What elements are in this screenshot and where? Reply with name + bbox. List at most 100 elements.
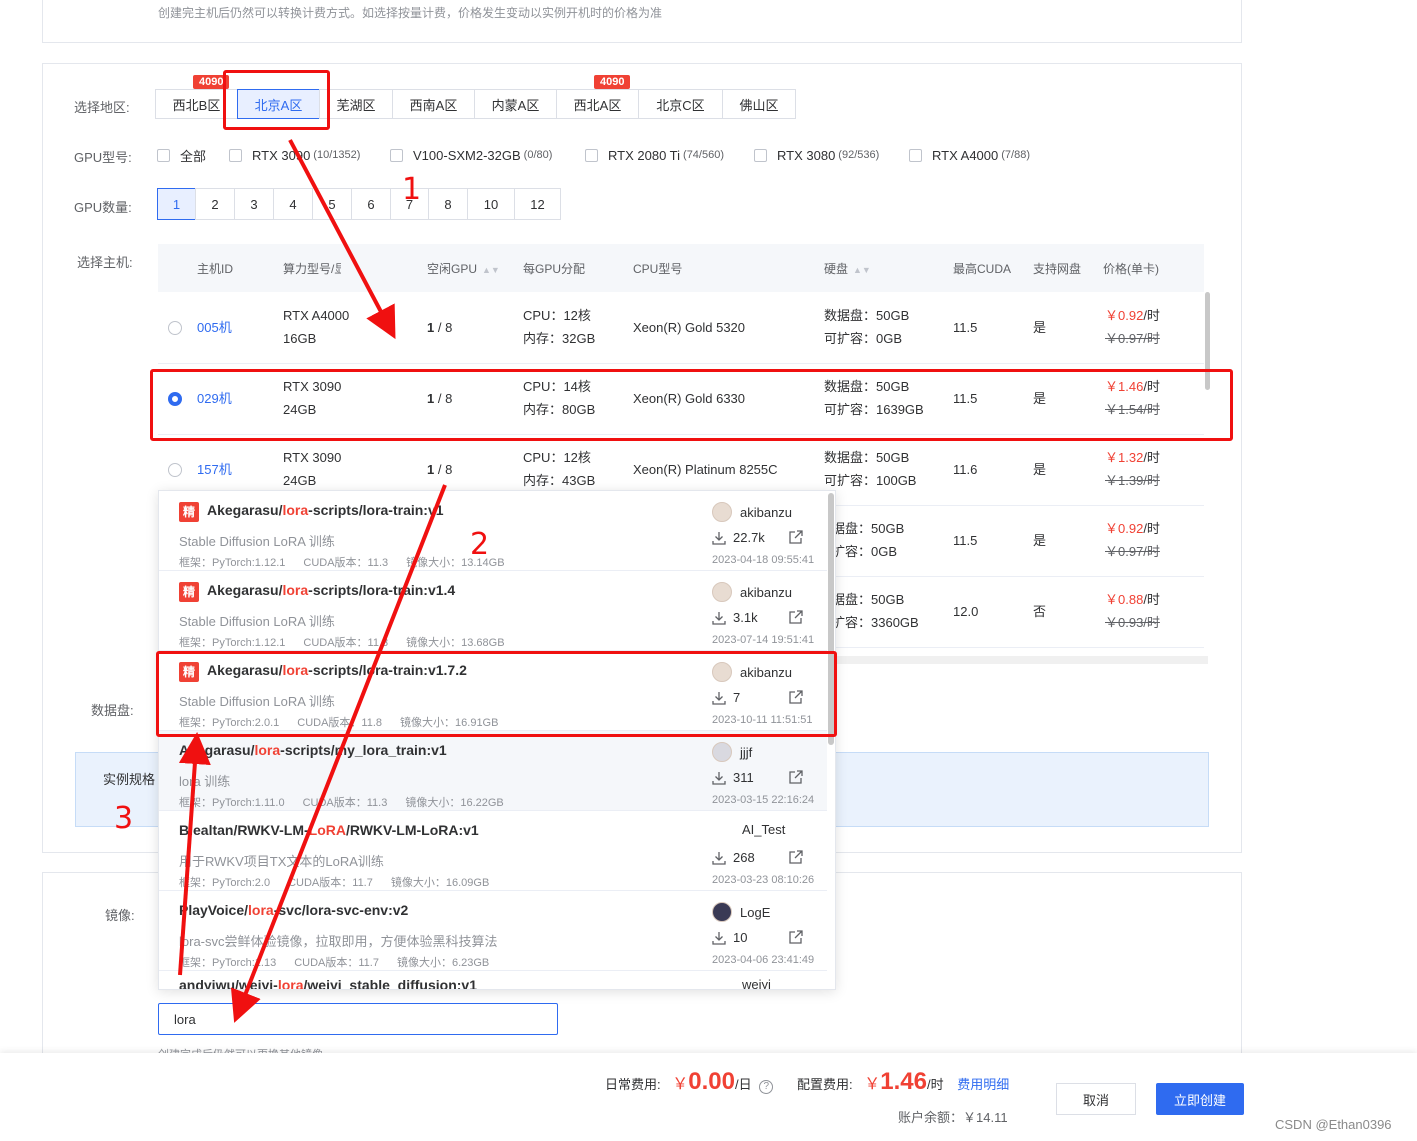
sort-icon[interactable]: ▲▼ (482, 265, 500, 275)
region-option[interactable]: 内蒙A区 (474, 89, 557, 119)
total-count: / 8 (434, 462, 453, 477)
create-button[interactable]: 立即创建 (1156, 1083, 1244, 1115)
cpu-cores: CPU：12核 (523, 450, 591, 465)
image-name: 精 Akegarasu/lora-scripts/lora-train:v1.4 (179, 582, 455, 602)
download-count: 311 (712, 770, 754, 785)
checkbox[interactable] (585, 148, 598, 162)
region-option[interactable]: 西南A区 (392, 89, 475, 119)
image-search-input[interactable]: lora (158, 1003, 558, 1035)
gpu-model: RTX 3090 24GB (283, 446, 341, 492)
total-count: / 8 (434, 320, 453, 335)
gpu-type-option[interactable]: RTX 3090 (10/1352) (229, 147, 360, 163)
host-id-link[interactable]: 157机 (197, 458, 232, 481)
cost-detail-link[interactable]: 费用明细 (957, 1077, 1009, 1092)
price-unit: /时 (1143, 592, 1160, 607)
cpu-cores: CPU：12核 (523, 308, 591, 323)
price-now: ￥0.92 (1105, 308, 1144, 323)
region-option[interactable]: 芜湖区 (319, 89, 393, 119)
checkbox[interactable] (157, 148, 170, 162)
data-disk: 数据盘：50GB (824, 308, 910, 323)
free-gpu: 1 / 8 (427, 316, 452, 339)
checkbox[interactable] (390, 148, 403, 162)
gpu-count-option[interactable]: 8 (428, 188, 468, 220)
gpu-count-option-selected[interactable]: 1 (157, 188, 196, 220)
gpu-count-option[interactable]: 12 (514, 188, 561, 220)
daily-label: 日常费用: (605, 1077, 661, 1092)
data-disk: 据盘：50GB (832, 592, 905, 607)
external-link-icon[interactable] (789, 770, 803, 784)
annotation-box-host (150, 369, 1233, 441)
gpu-count-option[interactable]: 5 (312, 188, 352, 220)
price-old: ￥1.39/时 (1105, 473, 1160, 488)
image-name: PlayVoice/lora-svc/lora-svc-env:v2 (179, 902, 409, 918)
checkbox[interactable] (909, 148, 922, 162)
external-link-icon[interactable] (789, 850, 803, 864)
image-option[interactable]: andyiwu/weiyi-lora/weiyi_stable_diffusio… (159, 971, 827, 990)
external-link-icon[interactable] (789, 930, 803, 944)
image-date: 2023-04-06 23:41:49 (712, 954, 815, 966)
watermark: CSDN @Ethan0396 (1275, 1117, 1392, 1132)
download-icon (712, 531, 726, 545)
sort-icon[interactable]: ▲▼ (853, 265, 871, 275)
host-radio[interactable] (168, 463, 182, 477)
gpu-type-option[interactable]: RTX 2080 Ti (74/560) (585, 147, 724, 163)
price-now: ￥0.92 (1105, 521, 1144, 536)
cpu-model: Xeon(R) Gold 5320 (633, 320, 746, 335)
external-link-icon[interactable] (789, 610, 803, 624)
gpu-count-option[interactable]: 3 (234, 188, 274, 220)
checkbox[interactable] (754, 148, 767, 162)
image-option[interactable]: 精 Akegarasu/lora-scripts/lora-train:v1 St… (159, 491, 827, 571)
external-link-icon[interactable] (789, 530, 803, 544)
gpu-count-option[interactable]: 2 (195, 188, 235, 220)
host-radio[interactable] (168, 321, 182, 335)
image-dropdown: 精 Akegarasu/lora-scripts/lora-train:v1 St… (158, 490, 836, 990)
gpu-count-option[interactable]: 4 (273, 188, 313, 220)
gpu-model: RTX A4000 16GB (283, 304, 349, 350)
col-disk[interactable]: 硬盘 ▲▼ (824, 260, 871, 277)
checkbox[interactable] (229, 148, 242, 162)
download-count: 22.7k (712, 530, 765, 545)
expand-disk: 扩容：0GB (832, 544, 898, 559)
image-author: LogE (712, 902, 770, 922)
col-gpu-model: 算力型号/显存 (283, 262, 341, 276)
region-option[interactable]: 西北A区 (556, 89, 639, 119)
cancel-button[interactable]: 取消 (1056, 1083, 1136, 1115)
gpu-type-option[interactable]: RTX 3080 (92/536) (754, 147, 879, 163)
gpu-type-option[interactable]: V100-SXM2-32GB (0/80) (390, 147, 552, 163)
region-option[interactable]: 北京C区 (638, 89, 723, 119)
featured-badge: 精 (179, 582, 199, 602)
image-author: AI_Test (742, 822, 786, 837)
price-unit: /时 (1143, 308, 1160, 323)
annotation-box-region (223, 70, 330, 130)
gpu-type-option[interactable]: 全部 (157, 147, 206, 164)
gpu-count-option[interactable]: 6 (351, 188, 391, 220)
gpu-type-option[interactable]: RTX A4000 (7/88) (909, 147, 1030, 163)
image-option[interactable]: PlayVoice/lora-svc/lora-svc-env:v2 lora-… (159, 891, 827, 971)
col-cuda: 最高CUDA (953, 262, 1012, 276)
download-icon (712, 931, 726, 945)
avatar (712, 902, 732, 922)
disk: 据盘：50GB 扩容：3360GB (832, 588, 919, 634)
download-count: 10 (712, 930, 747, 945)
netdisk: 否 (1033, 604, 1047, 619)
col-free-gpu[interactable]: 空闲GPU ▲▼ (427, 260, 500, 277)
account-balance: 账户余额：￥14.11 (898, 1110, 1008, 1125)
image-date: 2023-03-15 22:16:24 (712, 794, 815, 806)
gpu-count-option[interactable]: 10 (467, 188, 515, 220)
image-author: jjjf (712, 742, 752, 762)
option-count: (7/88) (1001, 149, 1031, 161)
config-unit: /时 (926, 1077, 944, 1092)
help-icon[interactable]: ? (759, 1080, 774, 1094)
col-price: 价格(单卡) (1103, 262, 1159, 276)
image-date: 2023-07-14 19:51:41 (712, 634, 815, 646)
image-date: 2023-03-23 08:10:26 (712, 874, 815, 886)
image-option[interactable]: Akegarasu/lora-scripts/my_lora_train:v1 … (159, 731, 827, 811)
expand-disk: 扩容：3360GB (832, 615, 919, 630)
region-option[interactable]: 佛山区 (722, 89, 796, 119)
image-author: weiyi (742, 977, 771, 990)
image-option[interactable]: Blealtan/RWKV-LM-LoRA/RWKV-LM-LoRA:v1 用于… (159, 811, 827, 891)
host-id-link[interactable]: 005机 (197, 316, 232, 339)
image-option[interactable]: 精 Akegarasu/lora-scripts/lora-train:v1.4 … (159, 571, 827, 651)
image-meta: 框架：PyTorch:1.11.0 CUDA版本：11.3 镜像大小：16.22GB (179, 797, 504, 809)
image-author: akibanzu (712, 582, 792, 602)
